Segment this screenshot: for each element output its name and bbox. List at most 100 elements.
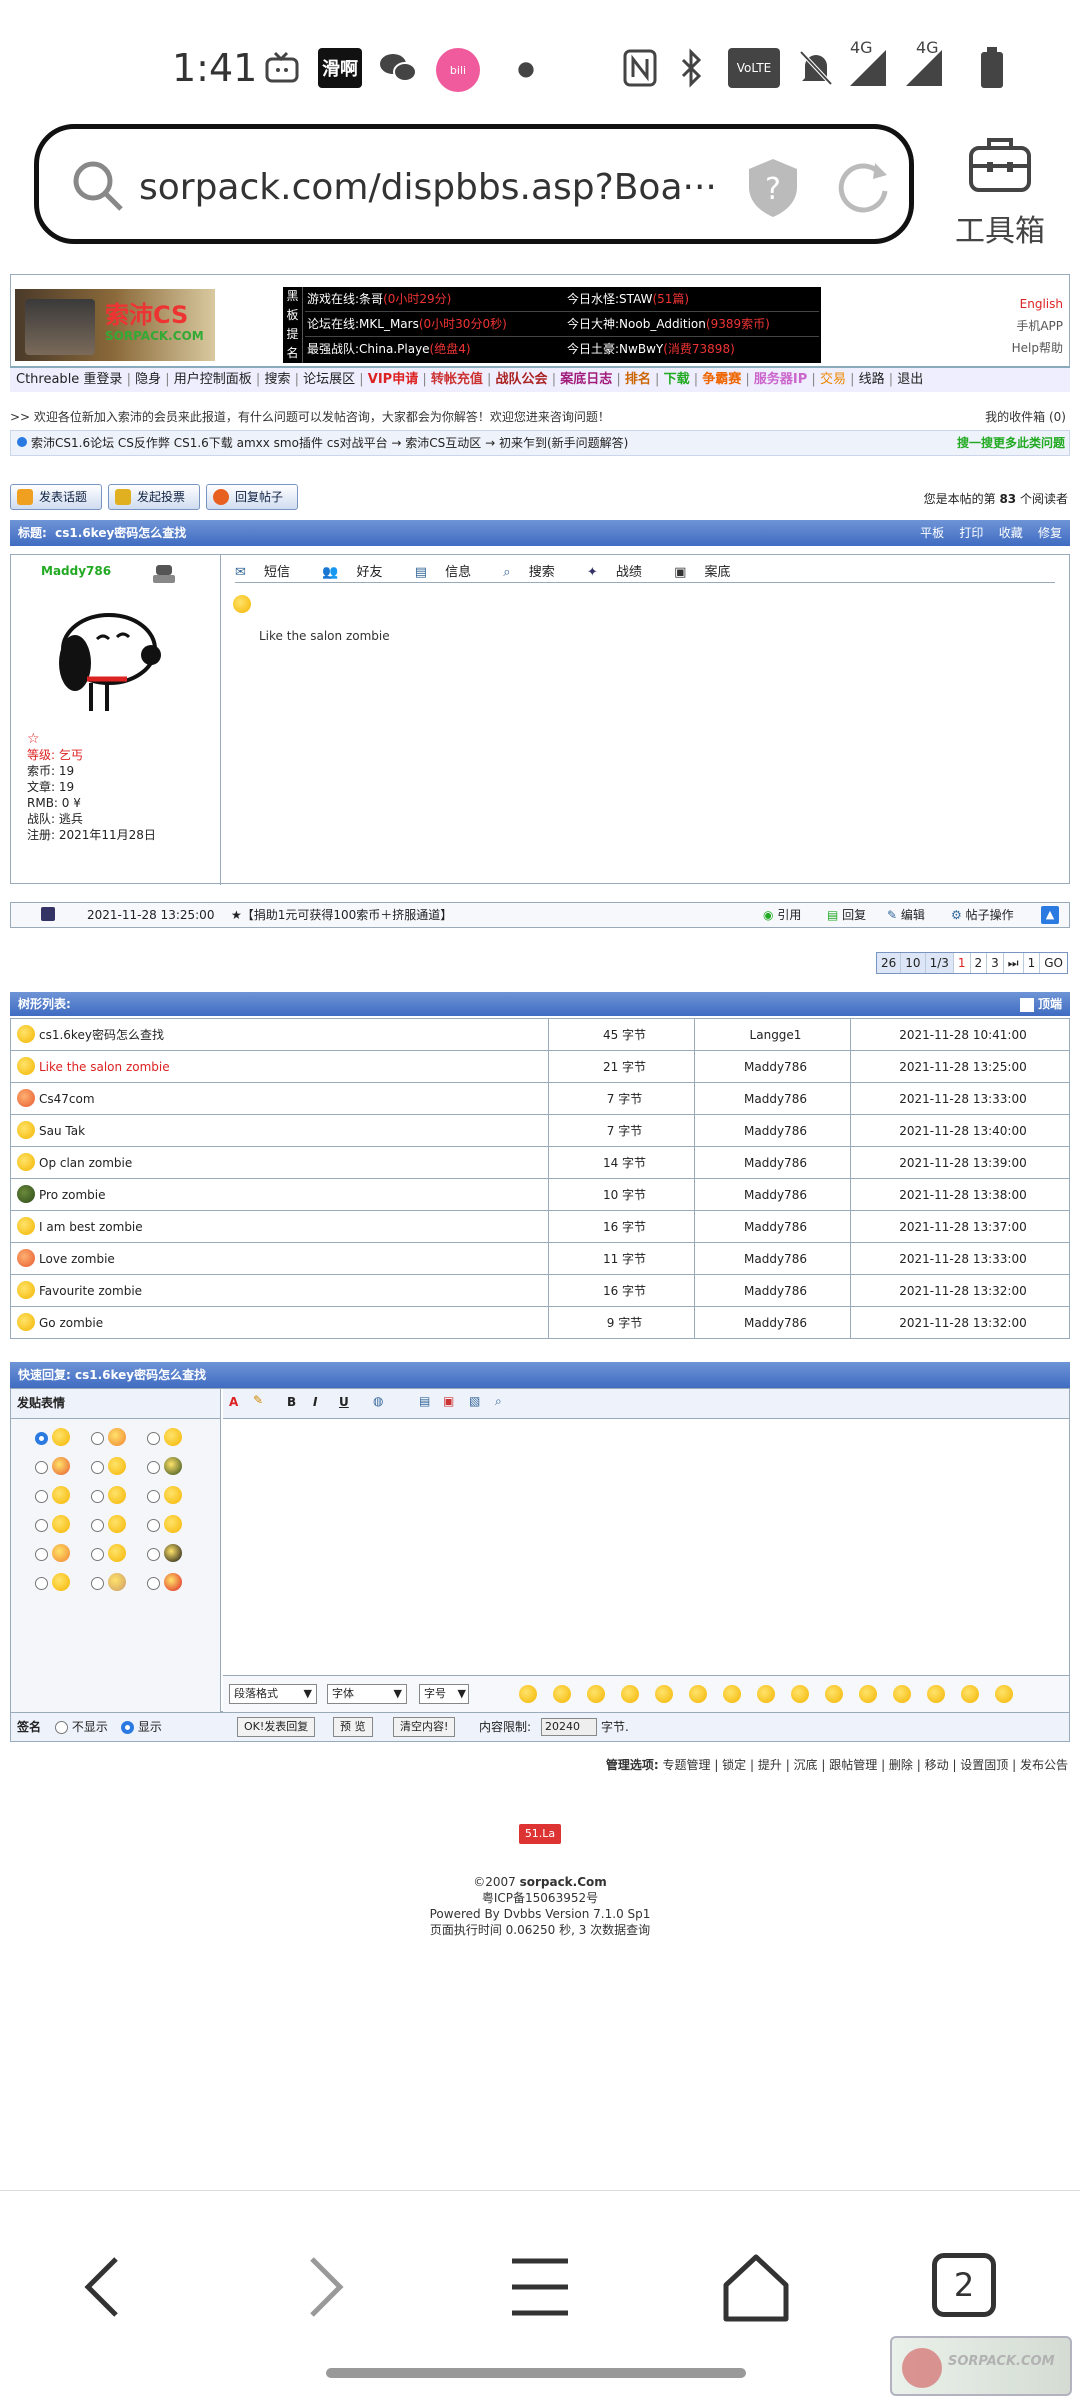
friend-tool[interactable]: 👥 好友 <box>322 565 396 580</box>
new-topic-button[interactable]: 发表话题 <box>10 484 102 510</box>
tree-row-title[interactable]: Pro zombie <box>39 1188 106 1202</box>
tree-top-link[interactable]: 顶端 <box>1019 992 1062 1016</box>
face-radio[interactable] <box>147 1576 160 1590</box>
search-insert-icon[interactable]: ⌕ <box>495 1394 502 1409</box>
face-radio[interactable] <box>35 1431 48 1445</box>
face-radio[interactable] <box>35 1576 48 1590</box>
face-option[interactable] <box>91 1544 147 1574</box>
menu-item[interactable]: 服务器IP <box>754 372 807 387</box>
favorite-link[interactable]: 收藏 <box>999 526 1023 540</box>
username[interactable]: Maddy786 <box>41 563 204 579</box>
face-option[interactable] <box>147 1457 203 1487</box>
tree-row-title[interactable]: Like the salon zombie <box>39 1060 170 1074</box>
face-option[interactable] <box>91 1457 147 1487</box>
breadcrumb-text[interactable]: 索沛CS1.6论坛 CS反作弊 CS1.6下载 amxx smo插件 cs对战平… <box>31 436 628 450</box>
menu-item[interactable]: 搜索 <box>264 372 290 387</box>
underline-button[interactable]: U <box>339 1395 349 1409</box>
back-icon[interactable] <box>66 2247 146 2327</box>
face-option[interactable] <box>91 1428 147 1458</box>
hide-sign-option[interactable]: 不显示 <box>55 1713 108 1741</box>
submit-reply-button[interactable]: OK!发表回复 <box>237 1717 316 1737</box>
page-3[interactable]: 3 <box>987 953 1004 973</box>
preview-button[interactable]: 预 览 <box>333 1717 373 1737</box>
tree-row[interactable]: Like the salon zombie 21 字节 Maddy786 2021-1… <box>10 1050 1070 1083</box>
menu-item[interactable]: 隐身 <box>135 372 161 387</box>
menu-item[interactable]: 排名 <box>625 372 651 387</box>
tree-row-title[interactable]: Op clan zombie <box>39 1156 132 1170</box>
quick-face-icon[interactable] <box>621 1685 639 1703</box>
quick-face-icon[interactable] <box>655 1685 673 1703</box>
tree-row[interactable]: Pro zombie 10 字节 Maddy786 2021-11-28 13:38:… <box>10 1178 1070 1211</box>
quick-face-icon[interactable] <box>961 1685 979 1703</box>
face-radio[interactable] <box>35 1489 48 1503</box>
tree-row[interactable]: cs1.6key密码怎么查找 45 字节 Langge1 2021-11-28 10:… <box>10 1018 1070 1051</box>
face-radio[interactable] <box>35 1547 48 1561</box>
tree-row[interactable]: Love zombie 11 字节 Maddy786 2021-11-28 13:33… <box>10 1242 1070 1275</box>
font-select[interactable]: 字体 ▼ <box>327 1684 407 1704</box>
site-logo[interactable]: 索沛CS SORPACK.COM <box>15 289 215 361</box>
quick-face-icon[interactable] <box>519 1685 537 1703</box>
flat-view-link[interactable]: 平板 <box>920 526 944 540</box>
quick-face-icon[interactable] <box>723 1685 741 1703</box>
tree-row-author[interactable]: Maddy786 <box>694 1178 851 1211</box>
quick-face-icon[interactable] <box>791 1685 809 1703</box>
face-option[interactable] <box>35 1573 91 1603</box>
stats-tool[interactable]: ✦ 战绩 <box>587 565 656 580</box>
icp-number[interactable]: 粤ICP备15063952号 <box>10 1890 1070 1906</box>
face-radio[interactable] <box>147 1518 160 1532</box>
quick-face-icon[interactable] <box>995 1685 1013 1703</box>
face-option[interactable] <box>147 1486 203 1516</box>
manage-link[interactable]: 设置固顶 <box>960 1758 1008 1772</box>
menu-item[interactable]: 转帐充值 <box>431 372 483 387</box>
record-tool[interactable]: ▣ 案底 <box>674 565 744 580</box>
manage-link[interactable]: 发布公告 <box>1020 1758 1068 1772</box>
face-option[interactable] <box>35 1457 91 1487</box>
tree-row-title[interactable]: Sau Tak <box>39 1124 85 1138</box>
menu-item[interactable]: VIP申请 <box>368 372 418 387</box>
menu-item[interactable]: 退出 <box>897 372 923 387</box>
search-more-link[interactable]: 搜一搜更多此类问题 <box>957 431 1065 455</box>
tree-row-title[interactable]: I am best zombie <box>39 1220 143 1234</box>
face-option[interactable] <box>147 1515 203 1545</box>
forward-icon[interactable] <box>282 2247 362 2327</box>
face-radio[interactable] <box>91 1518 104 1532</box>
tree-row[interactable]: Cs47com 7 字节 Maddy786 2021-11-28 13:33:00 <box>10 1082 1070 1115</box>
face-radio[interactable] <box>91 1547 104 1561</box>
manage-link[interactable]: 专题管理 <box>662 1758 710 1772</box>
tree-row-author[interactable]: Maddy786 <box>694 1146 851 1179</box>
last-page[interactable]: ⏭ <box>1004 953 1024 973</box>
shield-icon[interactable]: ? <box>745 157 801 219</box>
tree-row-author[interactable]: Maddy786 <box>694 1210 851 1243</box>
reply-textarea[interactable] <box>223 1419 1069 1675</box>
page-1[interactable]: 1 <box>954 953 971 973</box>
face-option[interactable] <box>35 1486 91 1516</box>
go-button[interactable]: GO <box>1040 953 1067 973</box>
menu-item[interactable]: 线路 <box>859 372 885 387</box>
tree-row-title[interactable]: cs1.6key密码怎么查找 <box>39 1028 164 1042</box>
help-link[interactable]: Help帮助 <box>1012 337 1063 359</box>
face-radio[interactable] <box>91 1460 104 1474</box>
face-option[interactable] <box>35 1544 91 1574</box>
quick-face-icon[interactable] <box>553 1685 571 1703</box>
tree-row-author[interactable]: Maddy786 <box>694 1082 851 1115</box>
search-tool[interactable]: ⌕ 搜索 <box>503 565 568 580</box>
menu-item[interactable]: 论坛展区 <box>303 372 355 387</box>
edit-button[interactable]: ✎ 编辑 <box>887 903 925 927</box>
quick-face-icon[interactable] <box>825 1685 843 1703</box>
menu-item[interactable]: 争霸赛 <box>702 372 741 387</box>
top-arrow-icon[interactable]: ▲ <box>1041 906 1059 924</box>
menu-item[interactable]: 下载 <box>664 372 690 387</box>
quote-insert-icon[interactable]: ▤ <box>419 1394 430 1408</box>
tree-row[interactable]: I am best zombie 16 字节 Maddy786 2021-11-28 … <box>10 1210 1070 1243</box>
print-link[interactable]: 打印 <box>959 526 983 540</box>
english-link[interactable]: English <box>1012 293 1063 315</box>
manage-link[interactable]: 移动 <box>925 1758 949 1772</box>
face-radio[interactable] <box>91 1431 104 1445</box>
face-radio[interactable] <box>91 1489 104 1503</box>
face-option[interactable] <box>91 1486 147 1516</box>
site-link[interactable]: sorpack.Com <box>520 1875 607 1889</box>
manage-link[interactable]: 跟帖管理 <box>829 1758 877 1772</box>
tree-row-author[interactable]: Maddy786 <box>694 1306 851 1339</box>
highlight-icon[interactable]: ✎ <box>253 1393 263 1407</box>
face-option[interactable] <box>35 1428 91 1458</box>
